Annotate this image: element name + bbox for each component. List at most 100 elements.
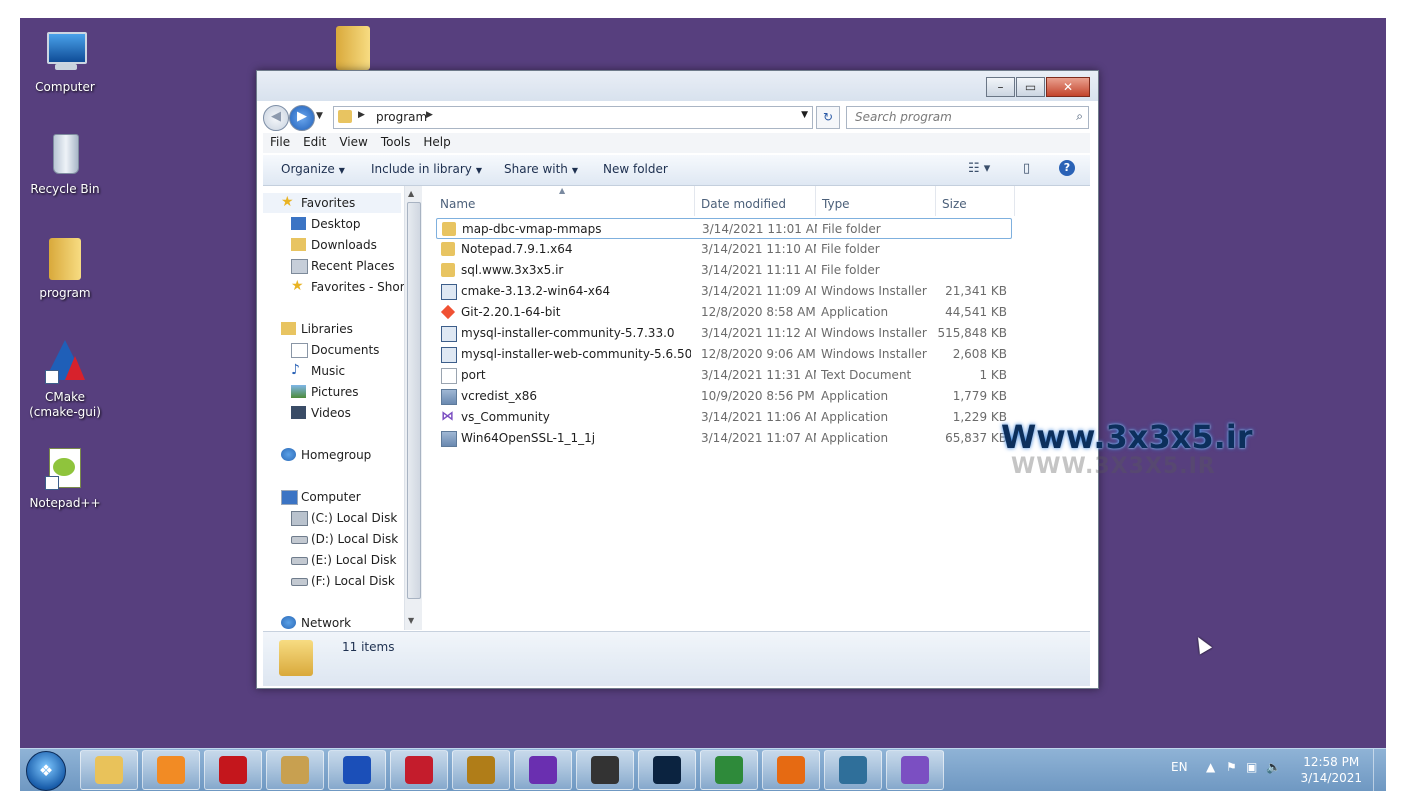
table-row[interactable]: Git-2.20.1-64-bit 12/8/2020 8:58 AM Applic… [436,302,1010,323]
nav-favorites[interactable]: ★ Favorites [263,193,401,213]
network-icon[interactable]: ▣ [1246,760,1257,774]
table-row[interactable]: cmake-3.13.2-win64-x64 3/14/2021 11:09 AM… [436,281,1010,302]
file-name: Notepad.7.9.1.x64 [461,242,573,256]
navigation-scrollbar[interactable]: ▲ ▼ [404,186,422,630]
preview-pane-icon[interactable]: ▯ [1023,161,1030,176]
taskbar-app-bandicam[interactable] [204,750,262,790]
menu-tools[interactable]: Tools [374,133,417,149]
table-row[interactable]: mysql-installer-community-5.7.33.0 3/14/2… [436,323,1010,344]
taskbar-app-vs-purple[interactable] [514,750,572,790]
file-date: 3/14/2021 11:06 AM [701,410,816,424]
language-indicator[interactable]: EN [1171,760,1188,774]
file-date: 3/14/2021 11:31 AM [701,368,816,382]
menu-file[interactable]: File [263,133,296,149]
column-header-name[interactable]: Name ▲ [434,186,695,216]
scrollbar-thumb[interactable] [407,202,421,599]
taskbar-app-photoshop[interactable] [638,750,696,790]
file-type: Application [821,431,889,445]
title-bar[interactable]: – ▭ ✕ [257,71,1098,101]
address-dropdown-icon[interactable]: ▼ [801,110,808,120]
menu-help[interactable]: Help [416,133,456,149]
start-button[interactable]: ❖ [26,751,66,791]
table-row[interactable]: vcredist_x86 10/9/2020 8:56 PM Application… [436,386,1010,407]
breadcrumb-arrow-icon[interactable]: ▶ [426,110,433,120]
share-with-button[interactable]: Share with ▼ [504,162,578,176]
desktop-icon-label: Computer [35,80,95,94]
breadcrumb-arrow-icon[interactable]: ▶ [358,110,365,120]
installer-icon [441,284,457,300]
recent-pages-dropdown-icon[interactable]: ▼ [316,111,323,121]
menu-view[interactable]: View [332,133,373,149]
taskbar-app-affinity-designer[interactable] [328,750,386,790]
desktop-icon-recycle-bin[interactable]: Recycle Bin [20,130,110,197]
taskbar-app-idm[interactable] [700,750,758,790]
column-header-date[interactable]: Date modified [695,186,816,216]
close-button[interactable]: ✕ [1046,77,1090,97]
table-row[interactable]: map-dbc-vmap-mmaps 3/14/2021 11:01 AM File… [436,218,1012,239]
taskbar-app-video-editor[interactable] [576,750,634,790]
forward-button[interactable]: ▶ [289,105,315,131]
new-folder-button[interactable]: New folder [603,162,668,176]
pictures-icon [291,385,306,398]
minimize-button[interactable]: – [986,77,1015,97]
search-input[interactable] [853,109,1057,125]
desktop-icon-cmake[interactable]: CMake (cmake-gui) [20,338,110,420]
action-center-flag-icon[interactable]: ⚑ [1226,760,1237,774]
show-desktop-button[interactable] [1373,749,1386,791]
include-in-library-button[interactable]: Include in library ▼ [371,162,482,176]
taskbar-app-wow[interactable] [452,750,510,790]
explorer-icon [95,756,123,784]
search-icon[interactable]: ⌕ [1076,109,1083,124]
back-button[interactable]: ◀ [263,105,289,131]
file-size: 1,229 KB [952,410,1007,424]
nav-label: Computer [301,490,361,504]
table-row[interactable]: Win64OpenSSL-1_1_1j 3/14/2021 11:07 AM App… [436,428,1010,449]
address-path[interactable]: program [376,110,427,124]
chevron-down-icon: ▼ [571,166,579,175]
nav-label: (D:) Local Disk [311,532,399,546]
table-row[interactable]: sql.www.3x3x5.ir 3/14/2021 11:11 AM File f… [436,260,1010,281]
desktop-icon-label: Recycle Bin [30,182,100,196]
taskbar-app-affinity-photo[interactable] [390,750,448,790]
file-date: 3/14/2021 11:07 AM [701,431,816,445]
menu-bar: File Edit View Tools Help [263,133,1090,153]
desktop-icon-program[interactable]: program [20,234,110,301]
desktop-icon-notepadpp[interactable]: Notepad++ [20,444,110,511]
scroll-up-icon[interactable]: ▲ [408,189,414,198]
search-box[interactable]: ⌕ [846,106,1089,129]
taskbar-app-visual-studio[interactable] [886,750,944,790]
file-size: 1,779 KB [952,389,1007,403]
file-date: 12/8/2020 8:58 AM [701,305,816,319]
refresh-button[interactable]: ↻ [816,106,840,129]
table-row[interactable]: mysql-installer-web-community-5.6.50.0 12… [436,344,1010,365]
table-row[interactable]: Notepad.7.9.1.x64 3/14/2021 11:10 AM File … [436,239,1010,260]
taskbar-app-firefox[interactable] [762,750,820,790]
installer-icon [441,347,457,363]
table-row[interactable]: port 3/14/2021 11:31 AM Text Document 1 KB [436,365,1010,386]
videos-icon [291,406,306,419]
address-bar[interactable]: ▶ program ▶ ▼ [333,106,813,129]
computer-icon [281,490,298,505]
file-date: 3/14/2021 11:12 AM [701,326,816,340]
maximize-button[interactable]: ▭ [1016,77,1045,97]
back-arrow-icon: ◀ [271,109,281,124]
clock[interactable]: 12:58 PM 3/14/2021 [1300,754,1362,786]
view-options-icon[interactable]: ☷ ▾ [968,161,990,176]
column-header-type[interactable]: Type [816,186,936,216]
scroll-down-icon[interactable]: ▼ [408,616,414,625]
table-row[interactable]: ⋈ vs_Community 3/14/2021 11:06 AM Applicati… [436,407,1010,428]
help-icon[interactable]: ? [1059,160,1075,176]
taskbar-app-paint-tool[interactable] [266,750,324,790]
desktop-icon-computer[interactable]: Computer [20,28,110,95]
show-hidden-icons-icon[interactable]: ▲ [1206,760,1215,774]
file-type: Windows Installer ... [821,347,931,361]
volume-icon[interactable]: 🔈 [1266,760,1281,774]
organize-button[interactable]: Organize ▼ [281,162,345,176]
taskbar-app-explorer[interactable] [80,750,138,790]
taskbar-app-mysql-workbench[interactable] [824,750,882,790]
windows-logo-icon: ❖ [38,761,54,780]
menu-edit[interactable]: Edit [296,133,332,149]
column-header-size[interactable]: Size [936,186,1015,216]
desktop-folder-icon[interactable] [336,26,370,70]
taskbar-app-media-player[interactable] [142,750,200,790]
